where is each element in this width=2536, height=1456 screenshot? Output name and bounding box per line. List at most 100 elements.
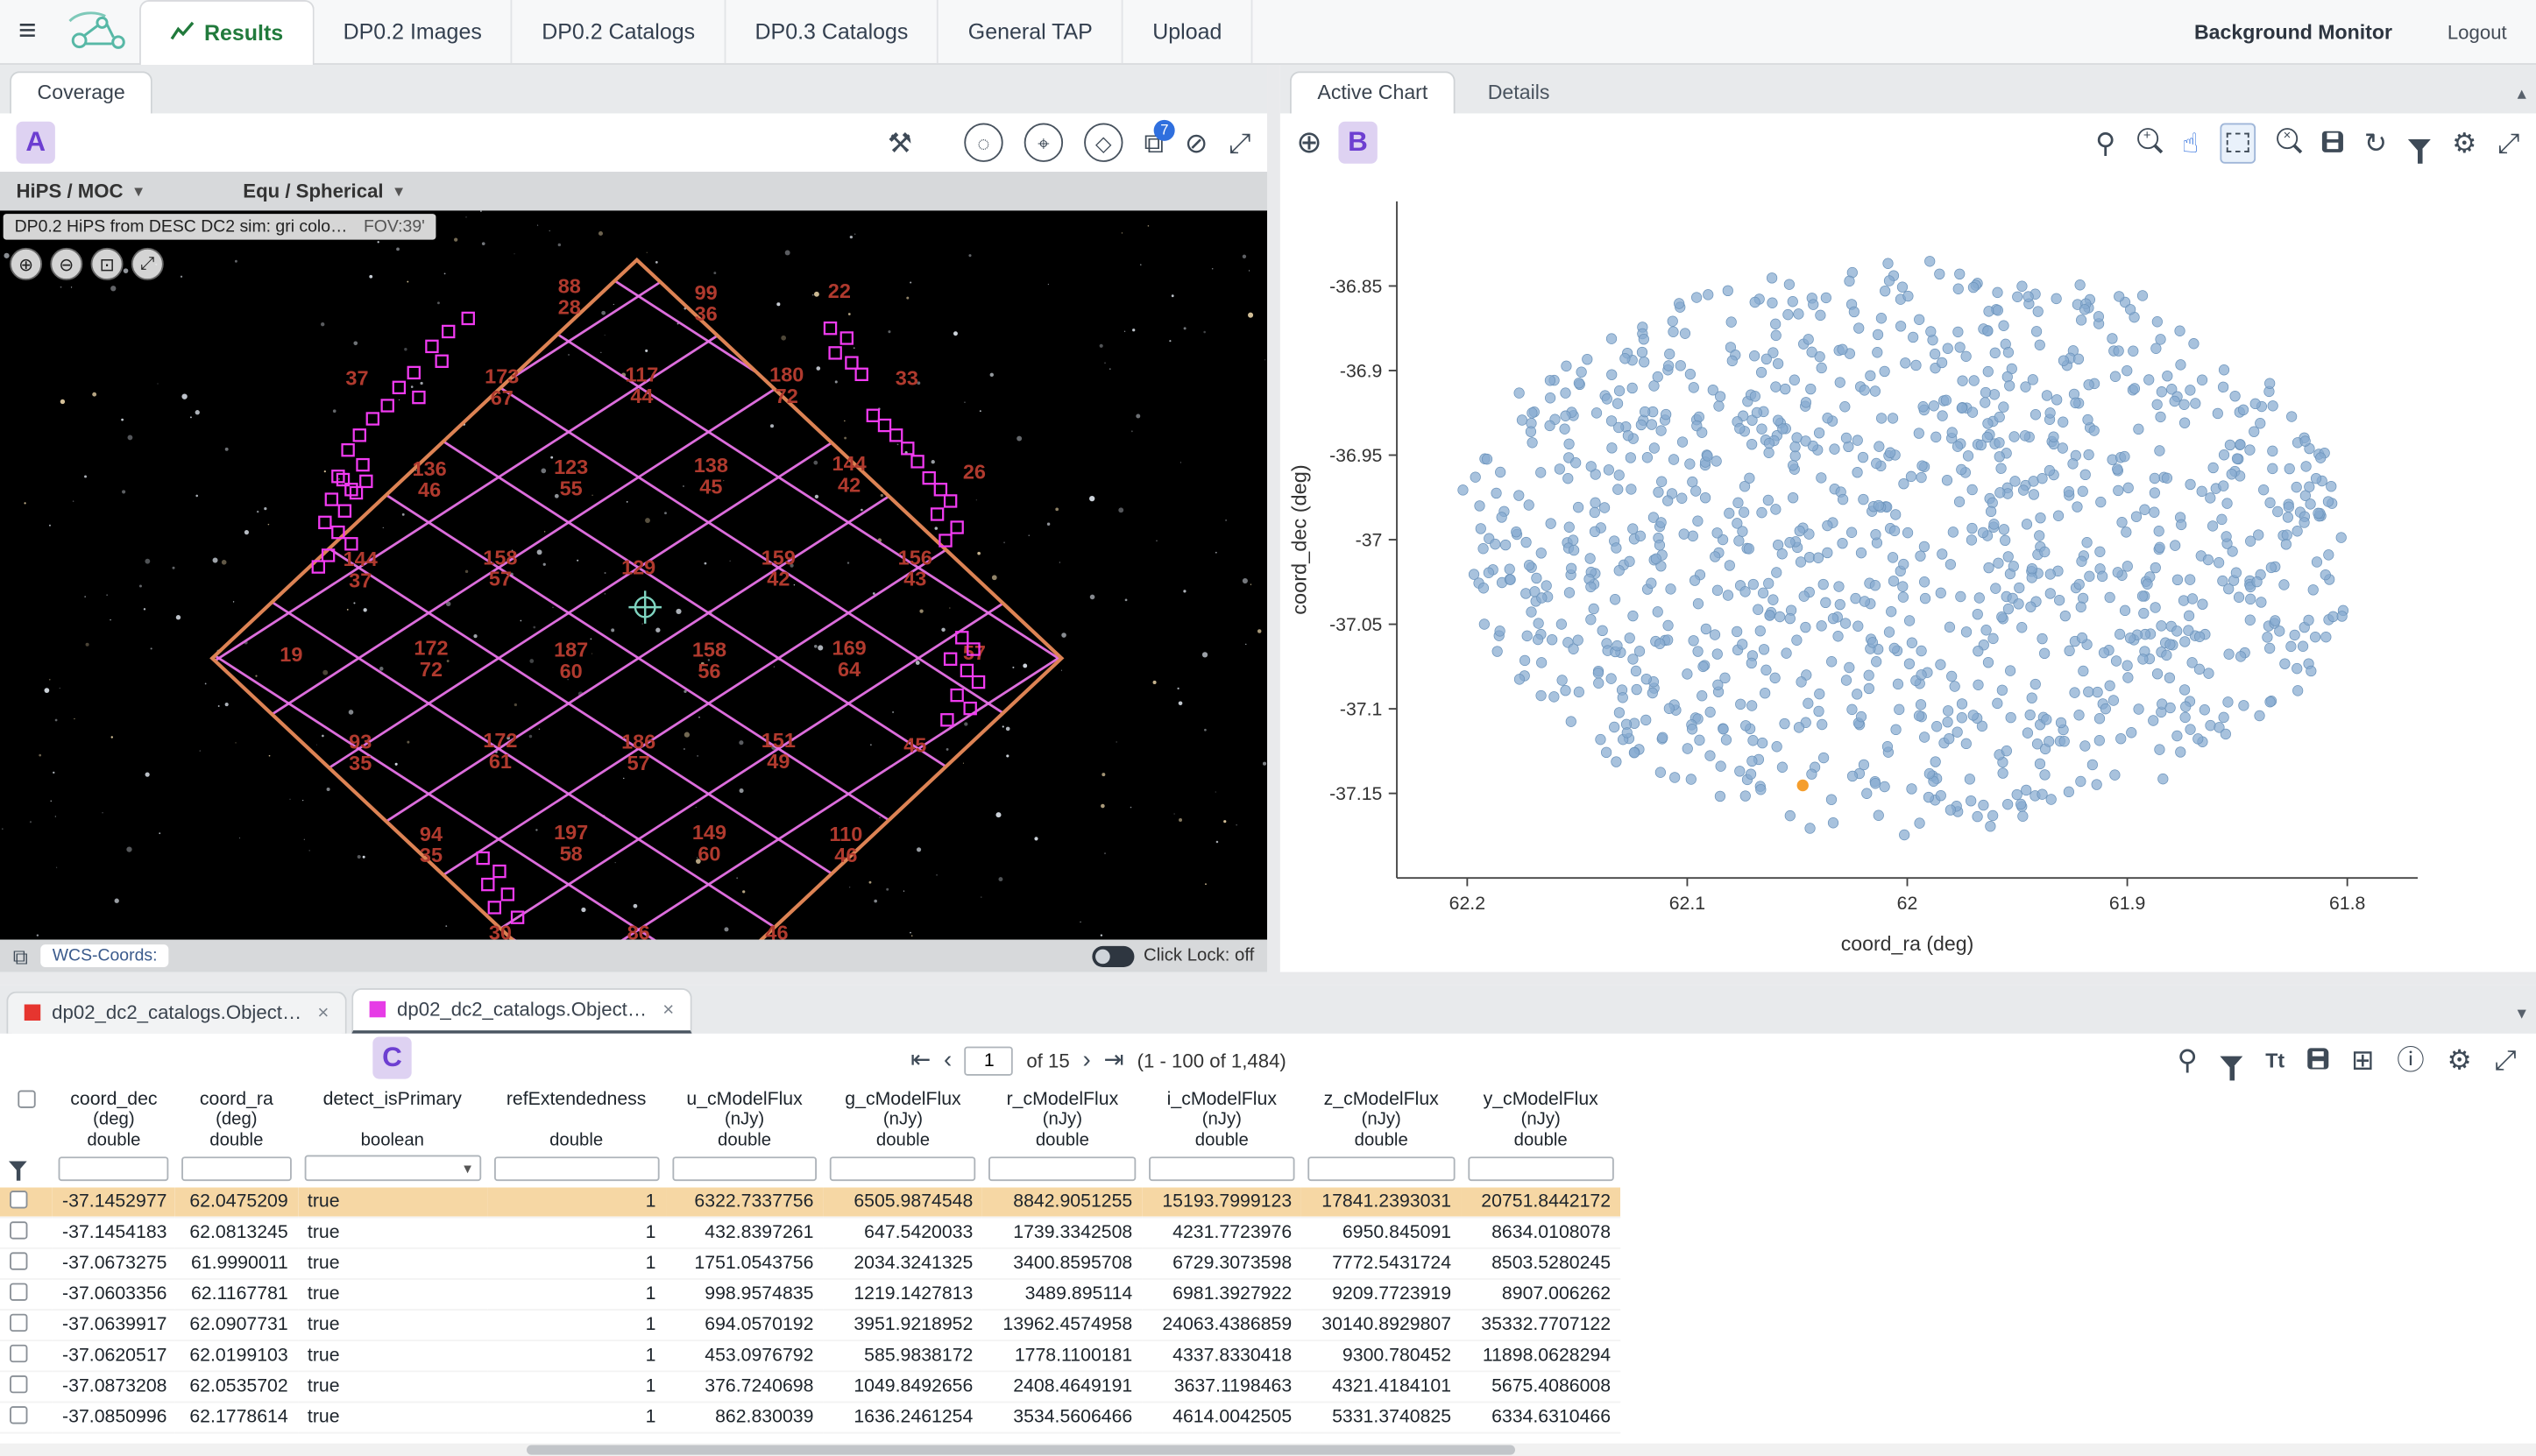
sky-map-canvas[interactable]: 8828993622371736711744180723313646123551… <box>0 210 1267 939</box>
recenter-icon[interactable]: ⌖ <box>1024 124 1063 162</box>
column-header-i_cModelFlux[interactable]: i_cModelFlux(nJy)double <box>1142 1087 1301 1152</box>
tab-details[interactable]: Details <box>1460 71 1577 113</box>
zoom-in-icon[interactable]: ⊕ <box>10 248 42 280</box>
app-tab-dp0-3-catalogs[interactable]: DP0.3 Catalogs <box>726 0 939 63</box>
filter-input-g_cModelFlux[interactable] <box>830 1156 976 1180</box>
info-icon[interactable]: ⓘ <box>2397 1047 2424 1074</box>
app-tab-general-tap[interactable]: General TAP <box>939 0 1123 63</box>
pin-icon[interactable]: ⚲ <box>2095 129 2115 156</box>
column-header-y_cModelFlux[interactable]: y_cModelFlux(nJy)double <box>1461 1087 1620 1152</box>
pin-table-icon[interactable]: ⚲ <box>2178 1047 2198 1074</box>
last-page-icon[interactable]: ⇥ <box>1104 1048 1124 1072</box>
coverage-expand-icon[interactable]: ⤢ <box>1229 129 1250 156</box>
close-icon[interactable]: × <box>317 1001 329 1024</box>
column-header-r_cModelFlux[interactable]: r_cModelFlux(nJy)double <box>982 1087 1142 1152</box>
table-row[interactable]: -37.145297762.0475209true16322.733775665… <box>0 1187 1620 1217</box>
row-checkbox[interactable] <box>10 1252 27 1269</box>
save-icon[interactable] <box>2322 129 2343 156</box>
table-row[interactable]: -37.145418362.0813245true1432.8397261647… <box>0 1218 1620 1248</box>
filter-input-u_cModelFlux[interactable] <box>672 1156 817 1180</box>
app-tab-dp0-2-images[interactable]: DP0.2 Images <box>314 0 513 63</box>
filter-input-z_cModelFlux[interactable] <box>1308 1156 1455 1180</box>
open-expand-icon[interactable]: ⧉ <box>13 945 28 966</box>
tools-icon[interactable]: ⚒ <box>888 129 912 156</box>
filter-select-detect_isPrimary[interactable]: ▼ <box>304 1155 480 1181</box>
hips-moc-dropdown[interactable]: HiPS / MOC▼ <box>16 180 145 202</box>
table-row[interactable]: -37.067327561.9990011true11751.054375620… <box>0 1248 1620 1279</box>
column-header-coord_ra[interactable]: coord_ra(deg)double <box>175 1087 298 1152</box>
layers-icon[interactable]: ⧉7 <box>1144 129 1164 156</box>
row-checkbox[interactable] <box>10 1375 27 1393</box>
filter-icon[interactable] <box>2408 129 2431 156</box>
column-header-coord_dec[interactable]: coord_dec(deg)double <box>53 1087 175 1152</box>
horizontal-splitter[interactable] <box>0 972 2536 986</box>
filter-input-coord_dec[interactable] <box>59 1156 168 1180</box>
close-icon[interactable]: × <box>662 998 674 1021</box>
table-row[interactable]: -37.063991762.0907731true1694.0570192395… <box>0 1310 1620 1340</box>
logout-button[interactable]: Logout <box>2447 20 2507 43</box>
scrollbar-thumb[interactable] <box>527 1445 1515 1454</box>
table-row[interactable]: -37.060335662.1167781true1998.9574835121… <box>0 1279 1620 1310</box>
restore-icon[interactable]: ↻ <box>2364 129 2387 156</box>
filter-input-i_cModelFlux[interactable] <box>1149 1156 1295 1180</box>
scatter-chart-canvas[interactable]: 62.262.16261.961.8-36.85-36.9-36.95-37-3… <box>1280 172 2536 972</box>
click-lock-toggle[interactable] <box>1092 945 1134 966</box>
background-monitor-button[interactable]: Background Monitor <box>2194 20 2392 43</box>
row-checkbox[interactable] <box>10 1406 27 1424</box>
table-tab-1[interactable]: dp02_dc2_catalogs.Object - ...× <box>351 988 691 1034</box>
column-header-u_cModelFlux[interactable]: u_cModelFlux(nJy)double <box>666 1087 824 1152</box>
app-tab-upload[interactable]: Upload <box>1123 0 1253 63</box>
menu-hamburger-icon[interactable]: ≡ <box>0 0 55 63</box>
page-number-input[interactable] <box>965 1046 1013 1075</box>
add-chart-icon[interactable]: ⊕ <box>1296 127 1321 158</box>
pan-hand-icon[interactable]: ☝ <box>2182 129 2199 156</box>
text-view-icon[interactable]: Tt <box>2265 1049 2285 1071</box>
row-checkbox[interactable] <box>10 1345 27 1362</box>
row-checkbox[interactable] <box>10 1221 27 1239</box>
row-checkbox[interactable] <box>10 1191 27 1208</box>
table-save-icon[interactable] <box>2307 1047 2328 1074</box>
coverage-sky-map[interactable]: DP0.2 HiPS from DESC DC2 sim: gri colo… … <box>0 210 1267 939</box>
highlighted-point[interactable] <box>1797 780 1809 792</box>
tab-list-chevron-icon[interactable]: ▾ <box>2518 1003 2526 1024</box>
table-settings-icon[interactable]: ⚙ <box>2447 1047 2472 1074</box>
app-tab-dp0-2-catalogs[interactable]: DP0.2 Catalogs <box>513 0 726 63</box>
zoom-fill-icon[interactable]: ⤢ <box>131 248 164 280</box>
first-page-icon[interactable]: ⇤ <box>910 1048 931 1072</box>
scatter-chart[interactable]: 62.262.16261.961.8-36.85-36.9-36.95-37-3… <box>1280 172 2536 972</box>
vertical-splitter[interactable] <box>1267 65 1280 972</box>
zoom-in-icon[interactable] <box>2136 128 2161 157</box>
projection-dropdown[interactable]: Equ / Spherical▼ <box>243 180 406 202</box>
filter-row-icon[interactable] <box>9 1162 27 1172</box>
zoom-original-icon[interactable] <box>2277 128 2301 157</box>
select-all-checkbox[interactable] <box>18 1091 35 1108</box>
table-row[interactable]: -37.085099662.1778614true1862.8300391636… <box>0 1402 1620 1432</box>
filter-input-coord_ra[interactable] <box>181 1156 291 1180</box>
tab-active-chart[interactable]: Active Chart <box>1290 71 1456 113</box>
column-header-detect_isPrimary[interactable]: detect_isPrimaryboolean <box>298 1087 487 1152</box>
zoom-out-icon[interactable]: ⊖ <box>50 248 82 280</box>
add-column-icon[interactable]: ⊞ <box>2351 1047 2374 1074</box>
zoom-fit-icon[interactable]: ⊡ <box>91 248 124 280</box>
filter-input-r_cModelFlux[interactable] <box>989 1156 1136 1180</box>
link-off-icon[interactable]: ⊘ <box>1185 129 1208 156</box>
filter-input-refExtendedness[interactable] <box>493 1156 659 1180</box>
horizontal-scrollbar[interactable] <box>0 1444 2536 1456</box>
table-filter-icon[interactable] <box>2221 1047 2243 1074</box>
column-header-refExtendedness[interactable]: refExtendednessdouble <box>487 1087 666 1152</box>
table-scroll-area[interactable]: coord_dec(deg)doublecoord_ra(deg)doubled… <box>0 1087 2536 1456</box>
prev-page-icon[interactable]: ‹ <box>944 1048 952 1072</box>
tab-coverage[interactable]: Coverage <box>10 71 152 113</box>
next-page-icon[interactable]: › <box>1082 1048 1090 1072</box>
table-tab-0[interactable]: dp02_dc2_catalogs.Object - ...× <box>6 992 346 1034</box>
table-row[interactable]: -37.087320862.0535702true1376.7240698104… <box>0 1371 1620 1402</box>
filter-input-y_cModelFlux[interactable] <box>1468 1156 1614 1180</box>
select-shape-icon[interactable]: ◇ <box>1084 124 1123 162</box>
table-expand-icon[interactable]: ⤢ <box>2495 1047 2517 1074</box>
settings-gear-icon[interactable]: ⚙ <box>2452 129 2476 156</box>
row-checkbox[interactable] <box>10 1283 27 1301</box>
chart-expand-icon[interactable]: ⤢ <box>2497 129 2519 156</box>
app-tab-results[interactable]: Results <box>139 0 314 65</box>
column-header-z_cModelFlux[interactable]: z_cModelFlux(nJy)double <box>1301 1087 1461 1152</box>
column-header-g_cModelFlux[interactable]: g_cModelFlux(nJy)double <box>824 1087 983 1152</box>
